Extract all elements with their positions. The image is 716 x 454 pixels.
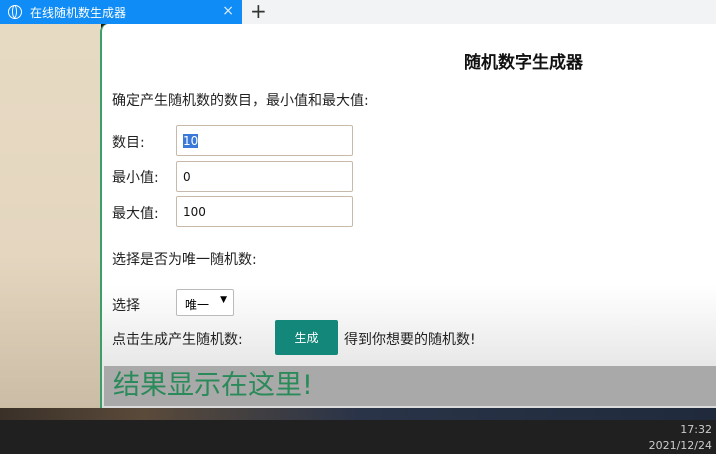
result-display: 结果显示在这里! — [104, 366, 716, 406]
generate-prompt: 点击生成产生随机数: — [112, 332, 243, 348]
count-label: 数目: — [112, 135, 145, 151]
unique-prompt: 选择是否为唯一随机数: — [112, 252, 257, 268]
desktop-background — [0, 24, 101, 410]
desktop-background-strip — [0, 408, 716, 420]
browser-tab[interactable]: 在线随机数生成器 × — [0, 0, 242, 24]
count-input[interactable]: 10 — [176, 125, 353, 156]
select-value: 唯一 — [185, 298, 210, 312]
intro-text: 确定产生随机数的数目，最小值和最大值: — [112, 93, 369, 109]
max-label: 最大值: — [112, 206, 159, 222]
min-input[interactable]: 0 — [176, 161, 353, 192]
date: 2021/12/24 — [648, 439, 712, 452]
globe-icon — [8, 5, 22, 19]
generate-button[interactable]: 生成 — [275, 320, 338, 355]
generator-panel: 随机数字生成器 确定产生随机数的数目，最小值和最大值: 数目: 10 最小值: … — [100, 24, 716, 408]
dropdown-arrow-icon: ▼ — [220, 295, 227, 305]
page-title: 随机数字生成器 — [464, 53, 583, 73]
min-label: 最小值: — [112, 170, 159, 186]
taskbar-clock[interactable]: 17:32 2021/12/24 — [649, 422, 712, 454]
taskbar: 17:32 2021/12/24 — [0, 420, 716, 454]
unique-select[interactable]: 唯一 ▼ — [176, 289, 234, 316]
new-tab-button[interactable]: + — [250, 0, 267, 22]
browser-tab-bar: 在线随机数生成器 × + — [0, 0, 716, 24]
max-input[interactable]: 100 — [176, 196, 353, 227]
count-value: 10 — [183, 134, 199, 148]
select-label: 选择 — [112, 298, 140, 314]
time: 17:32 — [680, 423, 712, 436]
generate-suffix: 得到你想要的随机数! — [344, 332, 476, 348]
close-tab-icon[interactable]: × — [222, 3, 234, 19]
tab-title: 在线随机数生成器 — [30, 5, 127, 20]
